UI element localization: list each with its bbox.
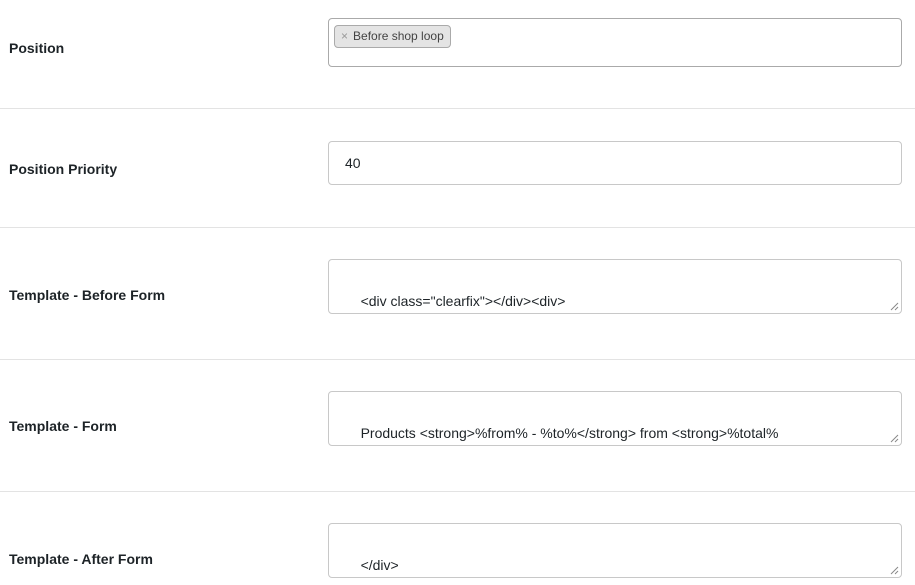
close-icon[interactable]: × [341,26,348,47]
settings-form: Position × Before shop loop Position Pri… [0,0,915,585]
template-form-textarea[interactable]: Products <strong>%from% - %to%</strong> … [328,391,902,446]
divider [0,491,915,492]
resize-grip-icon[interactable] [889,433,899,443]
position-chip-label: Before shop loop [353,29,444,43]
position-select[interactable]: × Before shop loop [328,18,902,67]
template-after-form-textarea[interactable]: </div> [328,523,902,578]
template-before-form-value: <div class="clearfix"></div><div> [360,293,566,309]
template-before-form-label: Template - Before Form [9,287,166,303]
divider [0,108,915,109]
template-after-form-value: </div> [360,557,399,573]
position-chip[interactable]: × Before shop loop [334,25,451,48]
position-label: Position [9,40,65,56]
position-priority-input[interactable]: 40 [328,141,902,185]
divider [0,227,915,228]
divider [0,359,915,360]
resize-grip-icon[interactable] [889,565,899,575]
resize-grip-icon[interactable] [889,301,899,311]
template-form-value: Products <strong>%from% - %to%</strong> … [360,425,779,441]
position-priority-label: Position Priority [9,161,118,177]
template-form-label: Template - Form [9,418,117,434]
template-before-form-textarea[interactable]: <div class="clearfix"></div><div> [328,259,902,314]
template-after-form-label: Template - After Form [9,551,153,567]
